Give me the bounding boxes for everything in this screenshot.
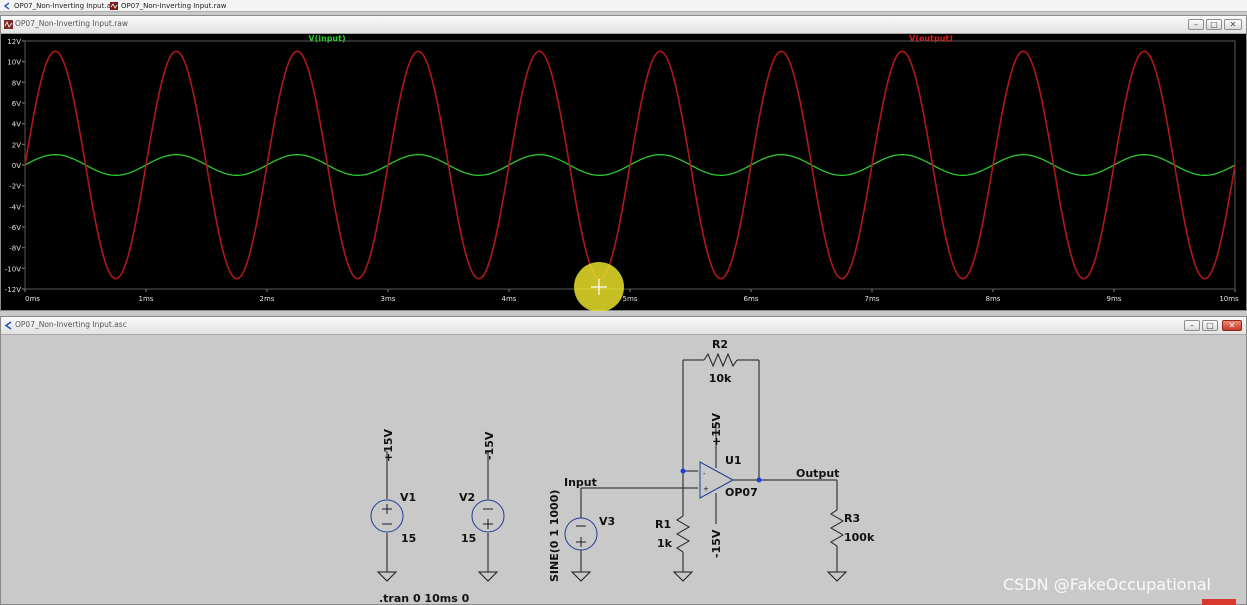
junction-dot — [680, 468, 686, 474]
y-tick-label: -2V — [9, 183, 21, 191]
waveform-window-title: OP07_Non-Inverting Input.raw — [15, 19, 129, 28]
r1-name: R1 — [655, 518, 671, 531]
x-tick-label: 0ms — [25, 295, 40, 303]
tab-waveform[interactable]: OP07_Non-Inverting Input.raw — [107, 0, 230, 11]
watermark: CSDN @FakeOccupational — [1003, 575, 1211, 594]
u1-model: OP07 — [725, 486, 758, 499]
net-label-input: Input — [564, 476, 597, 489]
v3-name: V3 — [599, 515, 615, 528]
y-tick-label: -10V — [5, 265, 21, 273]
v3-value: SINE(0 1 1000) — [548, 490, 561, 582]
x-tick-label: 3ms — [381, 295, 396, 303]
y-tick-label: 6V — [12, 100, 21, 108]
y-tick-label: 12V — [7, 38, 21, 46]
maximize-button[interactable]: □ — [1206, 19, 1222, 30]
v2-name: V2 — [459, 491, 475, 504]
traces — [24, 50, 1236, 280]
opamp-inverting-mark: - — [703, 470, 706, 478]
y-tick-label: -6V — [9, 224, 21, 232]
tab-label: OP07_Non-Inverting Input.raw — [121, 1, 227, 10]
x-tick-label: 1ms — [139, 295, 154, 303]
junction-dot — [756, 477, 762, 483]
r2-value: 10k — [709, 372, 732, 385]
tab-schematic[interactable]: OP07_Non-Inverting Input.asc — [0, 0, 121, 11]
y-tick-label: -4V — [9, 203, 21, 211]
r2-name: R2 — [712, 338, 728, 351]
waveform-window: OP07_Non-Inverting Input.raw – □ ✕ 12V 10… — [0, 15, 1247, 311]
x-axis: 0ms 1ms 2ms 3ms 4ms 5ms 6ms 7ms 8ms 9ms 10ms — [24, 289, 1239, 303]
waveform-icon — [110, 1, 118, 10]
r1-resistor[interactable] — [672, 515, 694, 582]
x-tick-label: 10ms — [1219, 295, 1239, 303]
trace-v-output[interactable] — [24, 50, 1236, 280]
cursor-indicator — [574, 262, 624, 311]
net-label-output: Output — [796, 467, 839, 480]
y-tick-label: 2V — [12, 141, 21, 149]
r3-name: R3 — [844, 512, 860, 525]
minimize-button[interactable]: – — [1184, 320, 1200, 331]
r3-value: 100k — [844, 531, 875, 544]
waveform-plot[interactable]: 12V 10V 8V 6V 4V 2V 0V -2V -4V -6V -8V -10V -12V 0ms… — [1, 33, 1246, 311]
waveform-titlebar[interactable]: OP07_Non-Inverting Input.raw – □ ✕ — [1, 16, 1246, 34]
v2-source[interactable] — [471, 451, 505, 582]
v2-value: 15 — [461, 532, 476, 545]
v1-rail-label: +15V — [382, 428, 395, 462]
close-button[interactable]: ✕ — [1222, 320, 1242, 331]
spice-directive[interactable]: .tran 0 10ms 0 — [379, 592, 470, 605]
y-axis: 12V 10V 8V 6V 4V 2V 0V -2V -4V -6V -8V -10V -12V — [5, 38, 25, 294]
tab-label: OP07_Non-Inverting Input.asc — [14, 1, 119, 10]
v1-name: V1 — [400, 491, 416, 504]
minimize-button[interactable]: – — [1188, 19, 1204, 30]
x-tick-label: 6ms — [744, 295, 759, 303]
pos-rail-label: +15V — [710, 412, 723, 446]
schematic-window-icon — [4, 321, 12, 330]
y-tick-label: -8V — [9, 245, 21, 253]
document-tab-bar: OP07_Non-Inverting Input.asc OP07_Non-In… — [0, 0, 1247, 12]
x-tick-label: 2ms — [260, 295, 275, 303]
x-tick-label: 5ms — [623, 295, 638, 303]
schematic-window: OP07_Non-Inverting Input.asc – □ ✕ R2 10… — [0, 316, 1247, 605]
u1-name: U1 — [725, 454, 742, 467]
y-tick-label: 10V — [7, 59, 21, 67]
y-tick-label: 0V — [12, 162, 21, 170]
y-tick-label: -12V — [5, 286, 21, 294]
corner-badge — [1202, 599, 1236, 605]
close-button[interactable]: ✕ — [1224, 19, 1242, 30]
schematic-canvas[interactable]: R2 10k U1 OP07 +15V -15V +15V -15V V1 15… — [1, 334, 1246, 605]
y-tick-label: 8V — [12, 79, 21, 87]
r1-value: 1k — [657, 537, 673, 550]
v3-source[interactable] — [564, 488, 598, 582]
v2-rail-label: -15V — [483, 431, 496, 460]
v1-source[interactable] — [370, 451, 404, 582]
maximize-button[interactable]: □ — [1202, 320, 1218, 331]
series-legend-input[interactable]: V(input) — [308, 34, 345, 43]
neg-rail-label: -15V — [710, 529, 723, 558]
v1-value: 15 — [401, 532, 416, 545]
series-legend-output[interactable]: V(output) — [909, 34, 953, 43]
x-tick-label: 4ms — [502, 295, 517, 303]
waveform-window-icon — [4, 20, 13, 29]
x-tick-label: 9ms — [1107, 295, 1122, 303]
x-tick-label: 8ms — [986, 295, 1001, 303]
schematic-icon — [3, 1, 10, 10]
schematic-titlebar[interactable]: OP07_Non-Inverting Input.asc – □ ✕ — [1, 317, 1246, 335]
x-tick-label: 7ms — [865, 295, 880, 303]
opamp-noninverting-mark: + — [703, 485, 709, 493]
schematic-window-title: OP07_Non-Inverting Input.asc — [15, 320, 127, 329]
y-tick-label: 4V — [12, 121, 21, 129]
